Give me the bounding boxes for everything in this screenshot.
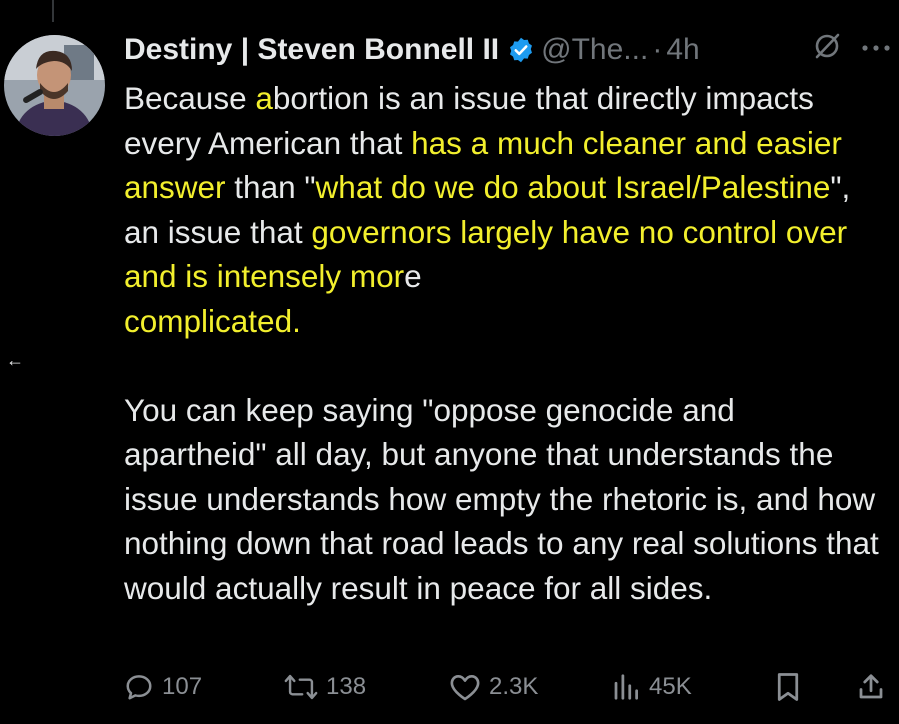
share-icon bbox=[856, 672, 886, 702]
header-actions bbox=[811, 30, 891, 67]
repost-button[interactable]: 138 bbox=[284, 672, 366, 702]
tweet-actions-bar: 107 138 2.3K 45K bbox=[124, 668, 894, 708]
thread-connector-line bbox=[52, 0, 54, 22]
tweet-paragraph: Because abortion is an issue that direct… bbox=[124, 80, 851, 339]
grok-icon[interactable] bbox=[811, 30, 843, 67]
repost-icon bbox=[284, 672, 318, 702]
tweet-paragraph: You can keep saying "oppose genocide and… bbox=[124, 391, 879, 606]
back-arrow-icon[interactable]: ← bbox=[6, 350, 24, 371]
highlighted-text: a bbox=[255, 80, 273, 116]
bookmark-button[interactable] bbox=[774, 672, 802, 702]
verified-badge-icon bbox=[507, 36, 535, 64]
views-icon bbox=[611, 672, 641, 702]
views-count: 45K bbox=[649, 673, 692, 700]
reply-button[interactable]: 107 bbox=[124, 672, 202, 702]
like-count: 2.3K bbox=[489, 673, 539, 700]
author-name[interactable]: Destiny | Steven Bonnell II bbox=[124, 33, 499, 67]
author-handle[interactable]: @The... bbox=[541, 33, 648, 67]
avatar[interactable] bbox=[4, 35, 105, 136]
highlighted-text: what do we do about Israel/Palestine bbox=[315, 169, 831, 205]
tweet-header: Destiny | Steven Bonnell II @The... · 4h bbox=[124, 28, 889, 72]
share-button[interactable] bbox=[856, 672, 886, 702]
bookmark-icon bbox=[774, 672, 802, 702]
repost-count: 138 bbox=[326, 673, 367, 700]
more-icon[interactable] bbox=[861, 40, 891, 58]
views-button[interactable]: 45K bbox=[611, 672, 692, 702]
tweet-text: Because abortion is an issue that direct… bbox=[124, 76, 884, 610]
reply-icon bbox=[124, 672, 154, 702]
meta-separator: · bbox=[652, 33, 663, 66]
like-button[interactable]: 2.3K bbox=[449, 672, 538, 702]
like-icon bbox=[449, 672, 481, 702]
reply-count: 107 bbox=[162, 673, 203, 700]
highlighted-text: complicated. bbox=[124, 302, 301, 339]
tweet-timestamp[interactable]: 4h bbox=[666, 33, 699, 67]
